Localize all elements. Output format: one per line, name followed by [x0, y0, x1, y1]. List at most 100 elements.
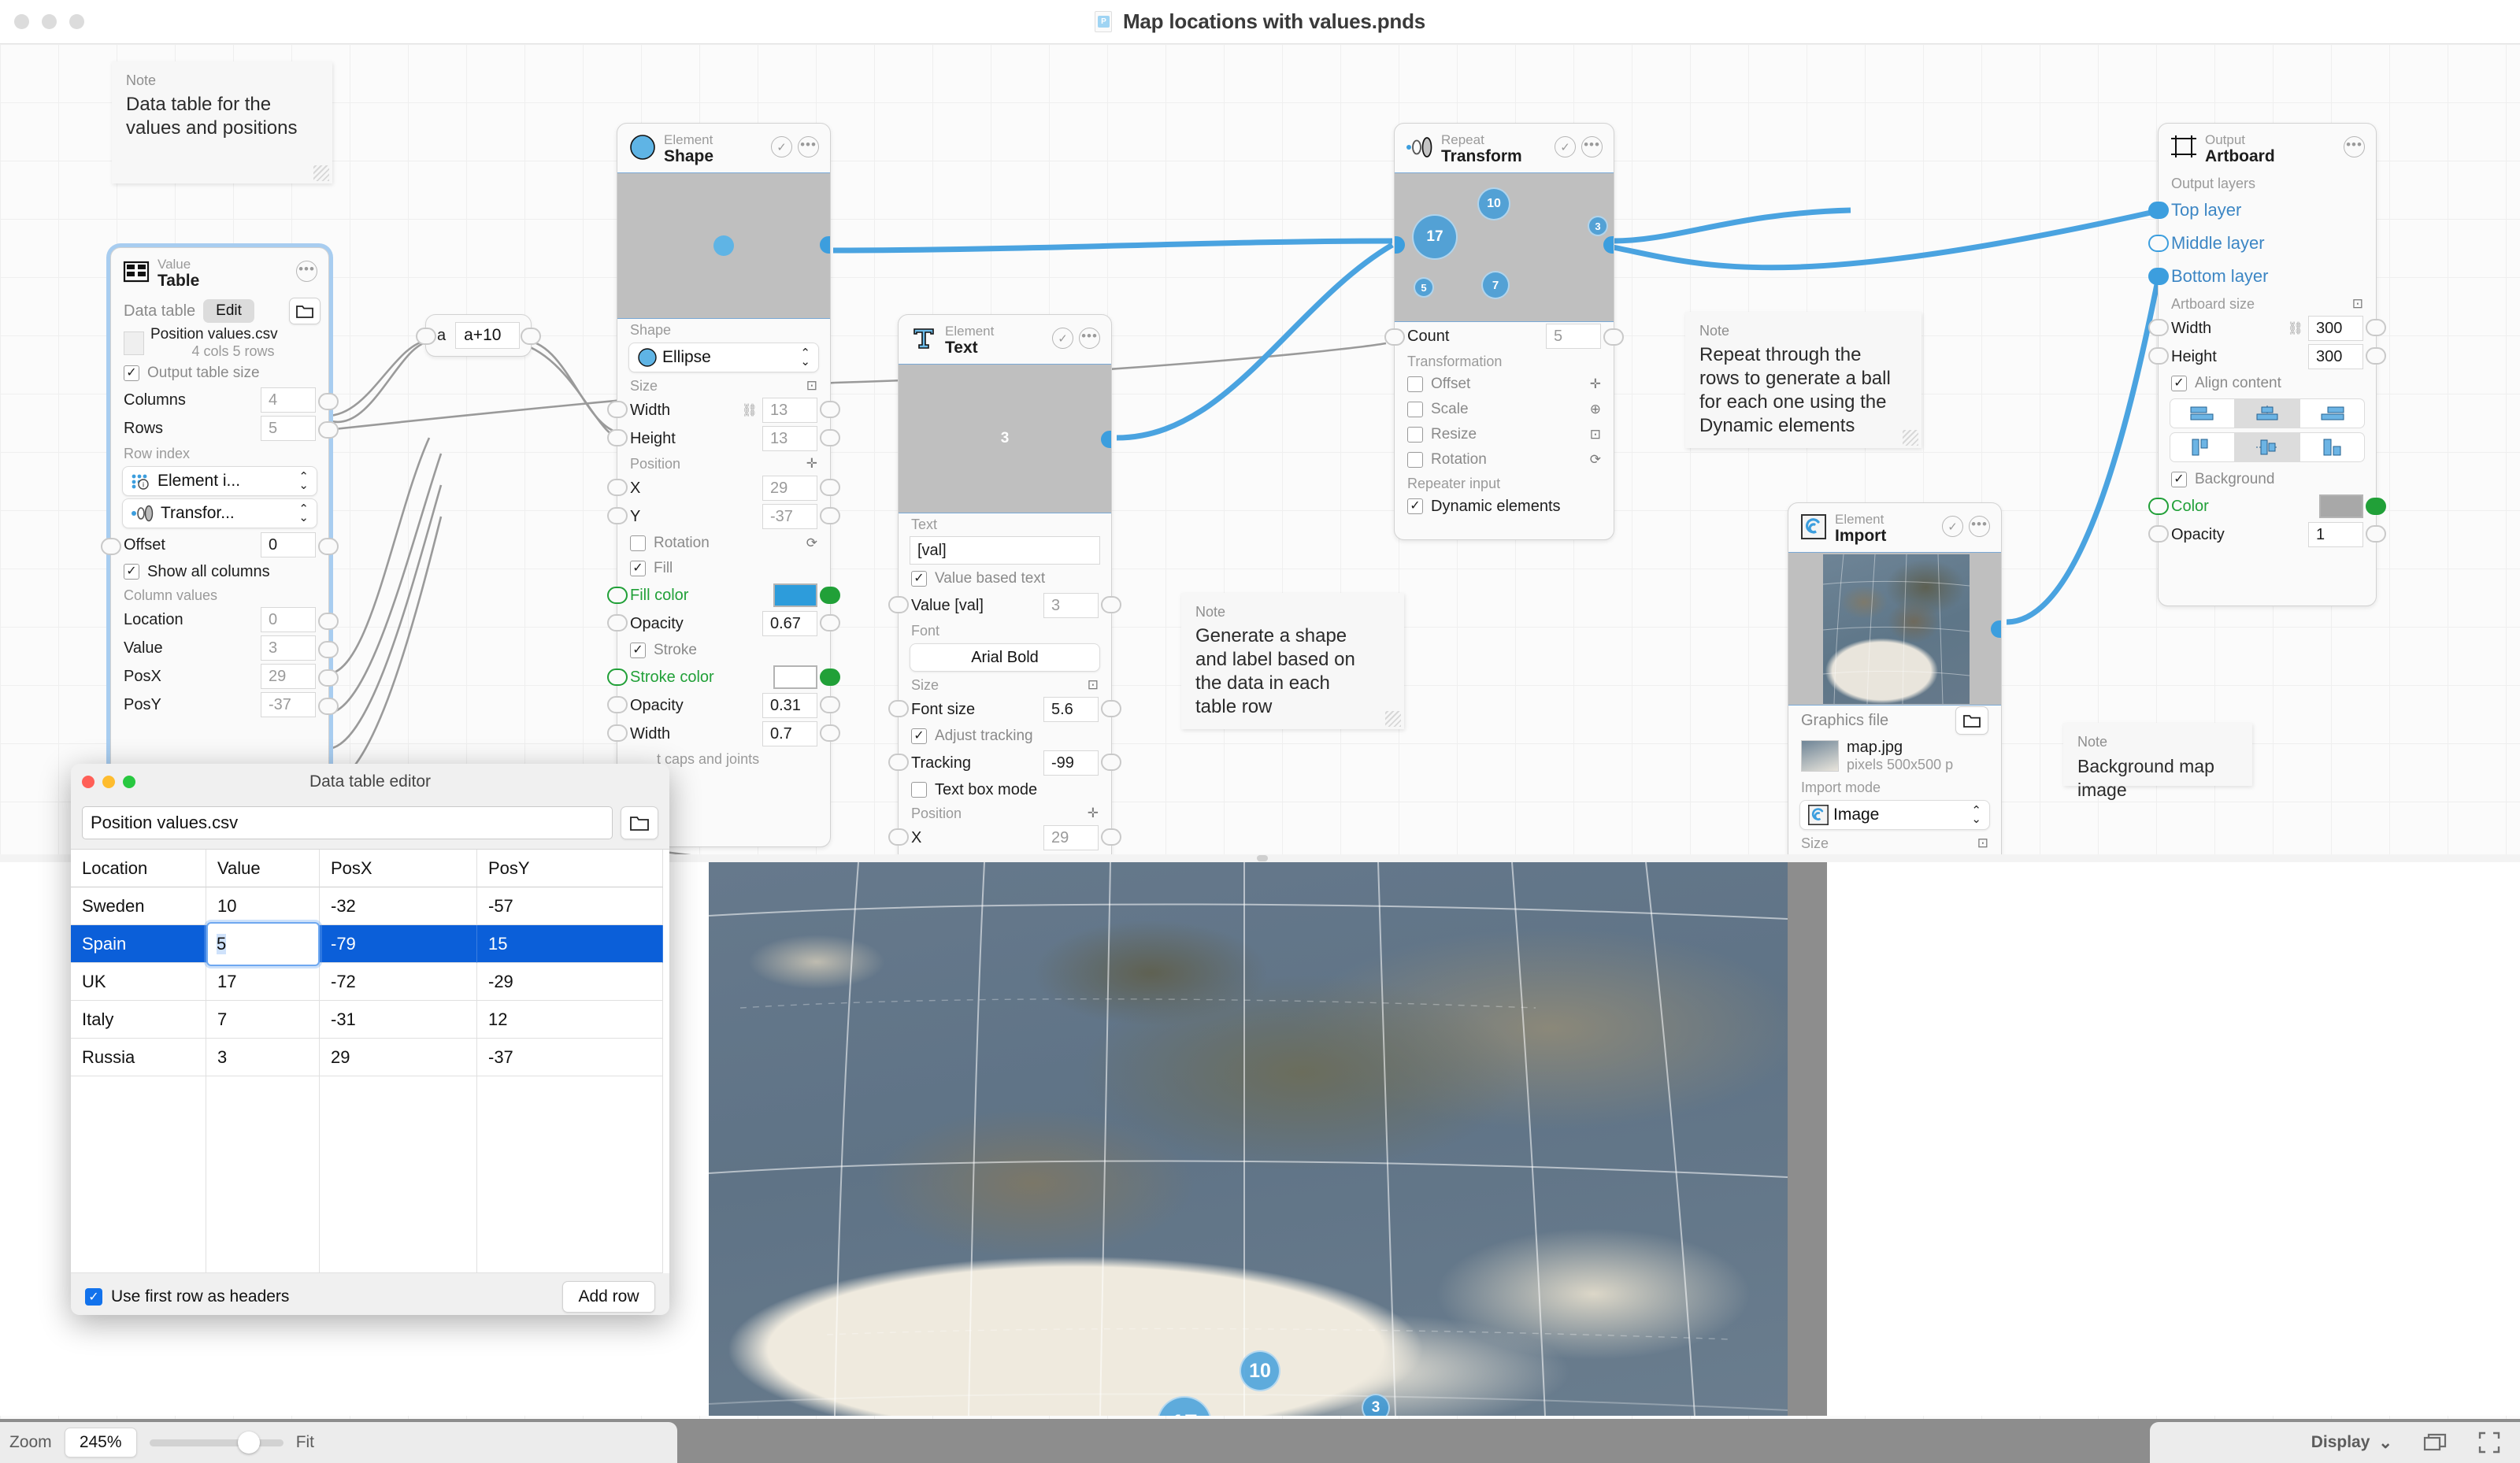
dialog-minimize-button[interactable]: [102, 776, 115, 788]
table-row[interactable]: Russia 3 29 -37: [71, 1039, 669, 1076]
middle-layer-row[interactable]: Middle layer: [2148, 227, 2376, 260]
fill-color-swatch[interactable]: [773, 583, 817, 607]
height-input-port[interactable]: [2148, 347, 2169, 365]
text-box-mode-checkbox[interactable]: Text box mode: [899, 777, 1111, 802]
col-value[interactable]: 0: [261, 607, 316, 632]
note-repeat-rows[interactable]: Note Repeat through the rows to generate…: [1685, 312, 1922, 448]
node-menu-button[interactable]: •••: [296, 261, 317, 282]
minimize-button[interactable]: [42, 14, 57, 29]
expression-output-port[interactable]: [521, 328, 541, 345]
tracking-output-port[interactable]: [1101, 754, 1121, 771]
node-element-shape[interactable]: Element Shape ✓ ••• Shape Ellipse ⌃ ⌄ Siz…: [607, 123, 840, 847]
fill-checkbox[interactable]: ✓ Fill: [617, 556, 830, 581]
stroke-color-input-port[interactable]: [607, 669, 628, 686]
stroke-opacity-field[interactable]: 0.31: [762, 693, 817, 718]
tracking-field[interactable]: -99: [1043, 750, 1099, 776]
browse-graphics-button[interactable]: [1955, 706, 1988, 735]
cell-posy[interactable]: 15: [477, 925, 663, 963]
fullscreen-icon[interactable]: [2478, 1432, 2500, 1454]
node-menu-button[interactable]: •••: [1581, 136, 1603, 157]
cell-value[interactable]: 10: [206, 887, 320, 925]
cell-posx[interactable]: -79: [320, 925, 477, 963]
data-grid[interactable]: Location Value PosX PosY Sweden 10 -32 -…: [71, 849, 669, 1273]
background-color-swatch[interactable]: [2319, 494, 2363, 518]
height-field[interactable]: 300: [2308, 344, 2363, 369]
maximize-button[interactable]: [69, 14, 84, 29]
fill-opacity-input-port[interactable]: [607, 614, 628, 631]
align-middle-button[interactable]: [2234, 398, 2300, 428]
stroke-opacity-input-port[interactable]: [607, 696, 628, 713]
color-input-port[interactable]: [2148, 498, 2169, 515]
empty-cell[interactable]: [320, 1076, 477, 1273]
zoom-value-field[interactable]: 245%: [64, 1428, 137, 1457]
edit-button[interactable]: Edit: [203, 299, 254, 323]
col-output-port[interactable]: [318, 641, 339, 658]
close-button[interactable]: [14, 14, 29, 29]
resize-grip[interactable]: [313, 165, 329, 181]
height-field[interactable]: 13: [762, 426, 817, 451]
shape-output-port[interactable]: [820, 236, 830, 254]
align-bottom-button[interactable]: [2300, 398, 2366, 428]
offset-checkbox[interactable]: Offset ✛: [1395, 372, 1614, 397]
cell-location[interactable]: Spain: [71, 925, 206, 963]
resize-checkbox[interactable]: Resize ⊡: [1395, 422, 1614, 447]
node-enable-toggle[interactable]: ✓: [1052, 328, 1073, 349]
font-button[interactable]: Arial Bold: [910, 643, 1100, 672]
table-row[interactable]: Italy 7 -31 12: [71, 1001, 669, 1039]
scale-icon[interactable]: ⊕: [1590, 402, 1601, 417]
stroke-width-input-port[interactable]: [607, 724, 628, 742]
node-menu-button[interactable]: •••: [1079, 328, 1100, 349]
node-enable-toggle[interactable]: ✓: [1942, 516, 1963, 537]
stroke-color-output-port[interactable]: [820, 669, 840, 686]
cell-posx[interactable]: 29: [320, 1039, 477, 1076]
resize-icon[interactable]: ⊡: [1590, 427, 1601, 443]
dynamic-elements-checkbox[interactable]: ✓ Dynamic elements: [1395, 494, 1614, 519]
node-value-table[interactable]: Value Table ••• Data table Edit Position…: [101, 247, 339, 798]
node-element-text[interactable]: Element Text ✓ ••• 3 Text [val] ✓ Value b…: [888, 314, 1121, 897]
color-output-port[interactable]: [2366, 498, 2386, 515]
count-input-port[interactable]: [1384, 328, 1405, 346]
x-input-port[interactable]: [607, 479, 628, 496]
rotation-checkbox[interactable]: Rotation ⟳: [1395, 447, 1614, 472]
value-field[interactable]: 3: [1043, 593, 1099, 618]
cell-location[interactable]: Italy: [71, 1001, 206, 1039]
align-right-button[interactable]: [2300, 432, 2366, 462]
width-input-port[interactable]: [607, 401, 628, 418]
column-header[interactable]: PosY: [477, 850, 663, 887]
y-input-port[interactable]: [607, 507, 628, 524]
font-size-field[interactable]: 5.6: [1043, 697, 1099, 722]
cell-value[interactable]: 17: [206, 963, 320, 1001]
height-input-port[interactable]: [607, 429, 628, 446]
cell-posy[interactable]: -57: [477, 887, 663, 925]
zoom-slider[interactable]: [149, 1431, 284, 1454]
column-header[interactable]: Location: [71, 850, 206, 887]
width-output-port[interactable]: [820, 401, 840, 418]
empty-cell[interactable]: [206, 1076, 320, 1273]
middle-layer-port[interactable]: [2148, 235, 2169, 252]
background-checkbox[interactable]: ✓ Background: [2159, 467, 2376, 492]
empty-cell[interactable]: [71, 1076, 206, 1273]
offset-input-port[interactable]: [101, 538, 121, 555]
expression-input-port[interactable]: [416, 328, 436, 345]
cell-edit-input[interactable]: 5: [206, 922, 320, 966]
count-output-port[interactable]: [1603, 328, 1624, 346]
cell-location[interactable]: UK: [71, 963, 206, 1001]
fit-button[interactable]: Fit: [296, 1433, 314, 1452]
count-field[interactable]: 5: [1546, 324, 1601, 349]
link-chain-icon[interactable]: ⛓: [742, 402, 758, 418]
value-input-port[interactable]: [888, 596, 909, 613]
dialog-close-button[interactable]: [82, 776, 94, 788]
fill-color-input-port[interactable]: [607, 587, 628, 604]
opacity-field[interactable]: 1: [2308, 522, 2363, 547]
col-value[interactable]: 3: [261, 635, 316, 661]
top-layer-row[interactable]: Top layer: [2148, 194, 2376, 227]
note-generate-shape[interactable]: Note Generate a shape and label based on…: [1181, 593, 1404, 729]
y-output-port[interactable]: [820, 507, 840, 524]
display-menu[interactable]: Display ⌄: [2311, 1433, 2392, 1453]
import-mode-select[interactable]: Image ⌃ ⌄: [1799, 800, 1990, 830]
window-resize-handle[interactable]: [1257, 855, 1268, 861]
cell-location[interactable]: Sweden: [71, 887, 206, 925]
node-enable-toggle[interactable]: ✓: [1555, 136, 1576, 157]
x-output-port[interactable]: [820, 479, 840, 496]
height-output-port[interactable]: [820, 429, 840, 446]
